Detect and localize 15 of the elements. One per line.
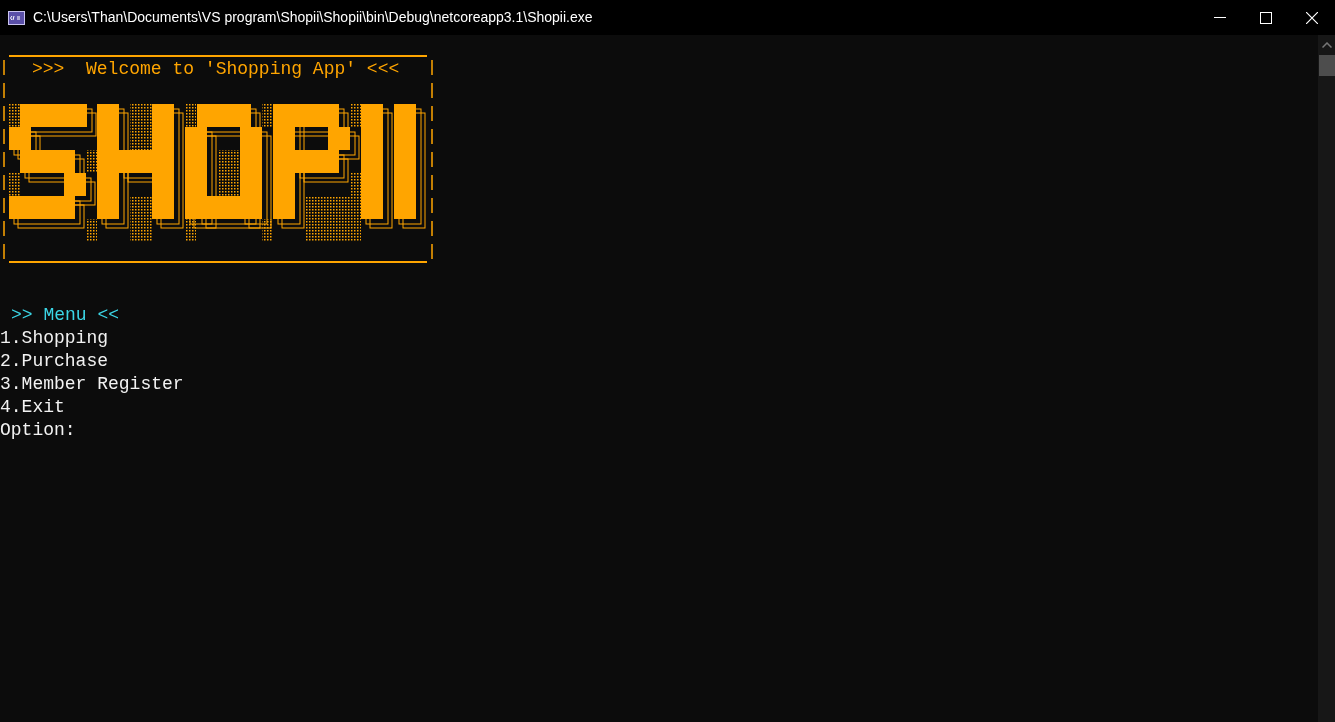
menu-option: 4.Exit	[0, 396, 65, 419]
close-icon	[1306, 11, 1318, 24]
scroll-thumb[interactable]	[1318, 55, 1335, 76]
menu-option: 2.Purchase	[0, 350, 109, 373]
minimize-icon	[1214, 16, 1226, 19]
option-prompt: Option:	[0, 419, 76, 442]
scroll-up-icon[interactable]	[1321, 42, 1332, 48]
window-title: C:\Users\Than\Documents\VS program\Shopii\Shopii\bin\Debug\netcoreapp3.1\Shopii.exe	[33, 8, 593, 27]
menu-title: >> Menu <<	[10, 304, 120, 327]
banner-heading: >>> Welcome to 'Shopping App' <<<	[32, 58, 400, 81]
maximize-icon	[1260, 11, 1272, 24]
scrollbar[interactable]	[1318, 35, 1335, 722]
menu-option: 3.Member Register	[0, 373, 184, 396]
terminal-icon	[8, 10, 25, 25]
menu-option: 1.Shopping	[0, 327, 109, 350]
